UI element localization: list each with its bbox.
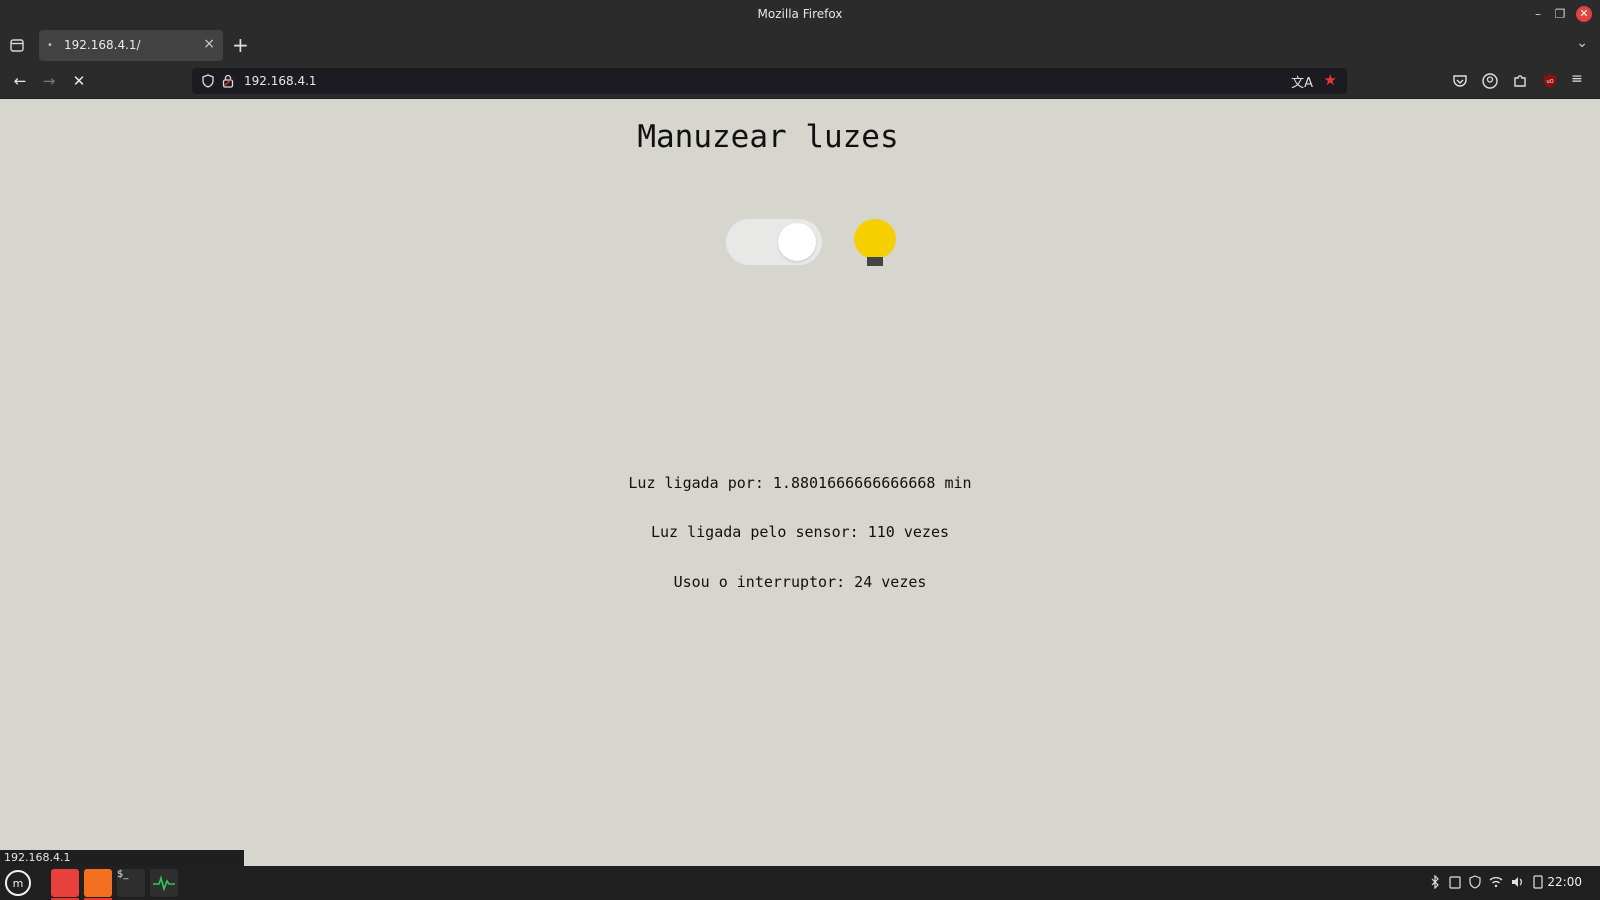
bluetooth-icon[interactable] [1428, 875, 1442, 889]
account-icon[interactable] [1481, 72, 1499, 90]
loading-dot-icon: • [47, 40, 53, 51]
menu-icon[interactable]: ≡ [1571, 71, 1589, 89]
new-tab-icon[interactable]: + [232, 33, 249, 57]
clipboard-icon[interactable] [1448, 875, 1462, 889]
network-icon[interactable] [1531, 875, 1545, 889]
clock[interactable]: 22:00 [1547, 875, 1582, 889]
wifi-icon[interactable] [1489, 875, 1503, 889]
stat-light-duration: Luz ligada por: 1.8801666666666668 min [628, 474, 972, 492]
nav-bar: ← → ✕ 192.168.4.1 文A ★ uO ≡ [0, 64, 1600, 99]
window-title: Mozilla Firefox [757, 7, 843, 21]
ublock-icon[interactable]: uO [1541, 72, 1559, 90]
bulb-base [867, 257, 883, 266]
taskbar: m $_ 22:00 [0, 866, 1600, 900]
light-toggle-switch[interactable] [726, 219, 822, 265]
svg-text:m: m [13, 877, 24, 890]
terminal-icon[interactable]: $_ [117, 869, 145, 897]
stop-icon[interactable]: ✕ [68, 71, 90, 91]
system-monitor-icon[interactable] [150, 869, 178, 897]
page-title: Manuzear luzes [637, 119, 899, 155]
bookmark-star-icon[interactable]: ★ [1324, 71, 1337, 89]
pocket-icon[interactable] [1451, 72, 1469, 90]
forward-icon[interactable]: → [38, 71, 60, 91]
url-bar[interactable]: 192.168.4.1 文A ★ [192, 68, 1347, 94]
tab-label: 192.168.4.1/ [64, 38, 141, 52]
lightbulb-icon [854, 219, 898, 267]
tab-close-icon[interactable]: × [203, 36, 215, 52]
bulb-glass [854, 219, 896, 259]
shield-icon[interactable] [201, 74, 215, 88]
url-text[interactable]: 192.168.4.1 [244, 74, 317, 88]
window-titlebar: Mozilla Firefox – ❐ ✕ [0, 0, 1600, 27]
tab-list-icon[interactable] [8, 36, 26, 54]
security-shield-icon[interactable] [1468, 875, 1482, 889]
minimize-icon[interactable]: – [1530, 6, 1546, 22]
translate-icon[interactable]: 文A [1291, 72, 1313, 91]
toggle-knob[interactable] [778, 223, 816, 261]
page-content: Manuzear luzes Luz ligada por: 1.8801666… [0, 99, 1600, 865]
tab-bar: • 192.168.4.1/ × + ⌄ [0, 27, 1600, 64]
restore-icon[interactable]: ❐ [1552, 6, 1568, 22]
firefox-icon[interactable] [84, 869, 112, 900]
mint-menu-icon[interactable]: m [4, 869, 32, 897]
extensions-icon[interactable] [1511, 72, 1529, 90]
files-icon[interactable] [51, 869, 79, 900]
chevron-down-icon[interactable]: ⌄ [1576, 35, 1588, 51]
stat-sensor-count: Luz ligada pelo sensor: 110 vezes [650, 523, 949, 541]
close-window-icon[interactable]: ✕ [1576, 6, 1592, 22]
status-url-tooltip: 192.168.4.1 [0, 850, 244, 866]
stat-switch-count: Usou o interruptor: 24 vezes [673, 573, 927, 591]
volume-icon[interactable] [1510, 875, 1524, 889]
back-icon[interactable]: ← [9, 71, 31, 91]
lock-icon[interactable] [222, 74, 234, 88]
svg-text:uO: uO [1546, 79, 1553, 85]
tab-active[interactable]: • 192.168.4.1/ × [39, 30, 223, 61]
